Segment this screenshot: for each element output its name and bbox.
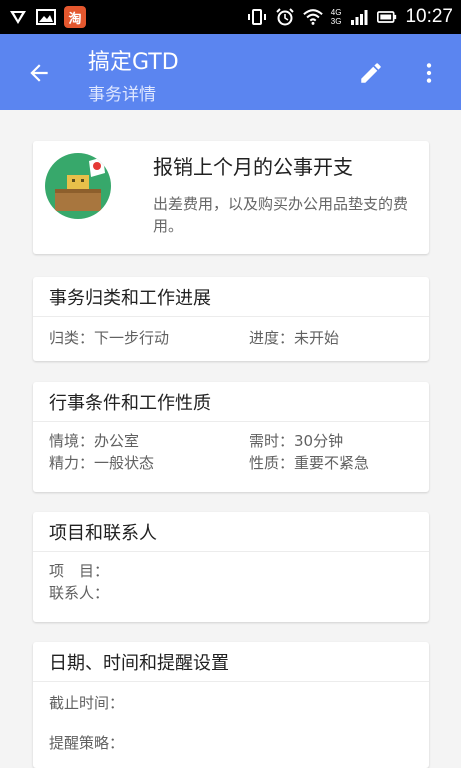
task-title: 报销上个月的公事开支 [153,155,353,179]
wifi-icon [303,8,323,26]
dates-body: 截止时间： 提醒策略： [33,682,429,762]
status-bar: 淘 4G 3G 10:27 [0,0,461,34]
category-value: 归类：下一步行动 [49,329,170,347]
category-progress-header: 事务归类和工作进展 [33,277,429,317]
cell-signal-icon [349,8,369,26]
clock: 10:27 [405,6,453,27]
app-title: 搞定GTD [88,50,179,75]
category-progress-body: 归类：下一步行动 进度：未开始 [33,317,429,357]
project-label: 项 目： [49,562,110,580]
contact-label: 联系人： [49,584,110,602]
network-type: 4G 3G [331,8,342,26]
more-vert-icon [426,63,432,83]
project-contact-header: 项目和联系人 [33,512,429,552]
category-progress-card[interactable]: 事务归类和工作进展 归类：下一步行动 进度：未开始 [33,277,429,361]
app-bar: 搞定GTD 事务详情 [0,34,461,110]
dates-header: 日期、时间和提醒设置 [33,642,429,682]
taobao-app-icon: 淘 [64,6,86,28]
progress-value: 进度：未开始 [249,329,340,347]
dates-card[interactable]: 日期、时间和提醒设置 截止时间： 提醒策略： [33,642,429,768]
edit-icon [361,63,381,83]
energy-value: 精力：一般状态 [49,454,155,472]
more-options-button[interactable] [412,56,446,90]
nature-value: 性质：重要不紧急 [249,454,370,472]
conditions-header: 行事条件和工作性质 [33,382,429,422]
screen-subtitle: 事务详情 [88,85,156,105]
project-contact-body: 项 目： 联系人： [33,552,429,612]
back-arrow-icon [30,64,48,82]
battery-icon [377,8,397,26]
task-description: 出差费用，以及购买办公用品垫支的费用。 [153,195,409,235]
task-card[interactable]: 报销上个月的公事开支 出差费用，以及购买办公用品垫支的费用。 [33,141,429,254]
conditions-card[interactable]: 行事条件和工作性质 情境：办公室 需时：30分钟 精力：一般状态 性质：重要不紧… [33,382,429,492]
time-needed-value: 需时：30分钟 [249,432,344,450]
vibrate-icon [247,8,267,26]
task-illustration [45,153,111,219]
deadline-label: 截止时间： [49,694,125,712]
reminder-label: 提醒策略： [49,734,125,752]
image-icon [36,8,56,26]
edit-button[interactable] [354,56,388,90]
context-value: 情境：办公室 [49,432,140,450]
signal-shield-icon [8,8,28,26]
network-top: 4G [330,8,342,17]
taobao-char: 淘 [68,11,82,27]
back-button[interactable] [22,56,56,90]
conditions-body: 情境：办公室 需时：30分钟 精力：一般状态 性质：重要不紧急 [33,422,429,482]
alarm-icon [275,8,295,26]
project-contact-card[interactable]: 项目和联系人 项 目： 联系人： [33,512,429,622]
network-bottom: 3G [330,17,342,26]
